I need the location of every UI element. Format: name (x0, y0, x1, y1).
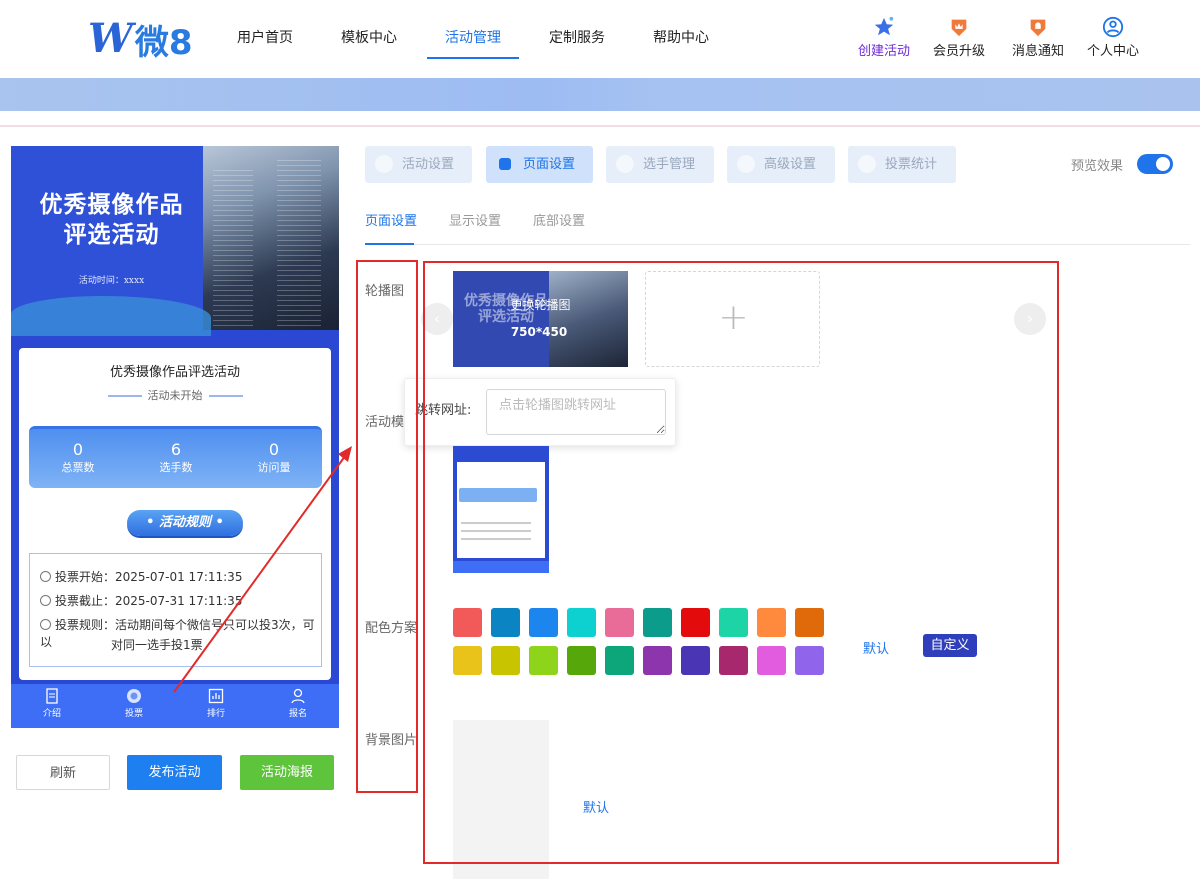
preview-toggle[interactable] (1137, 154, 1173, 174)
toggle-knob (1156, 157, 1170, 171)
tab-activity-settings[interactable]: 活动设置 (365, 146, 472, 183)
annotation-arrow (173, 446, 352, 693)
subtab-display-settings[interactable]: 显示设置 (449, 210, 501, 229)
subtab-active-indicator (365, 243, 414, 245)
member-upgrade-label: 会员升级 (932, 44, 985, 59)
top-nav: W 微8 用户首页 模板中心 活动管理 定制服务 帮助中心 创建活动 会员升级 … (0, 0, 1200, 78)
stats-icon (858, 155, 876, 173)
hero-building-image (203, 146, 339, 330)
nav-active-indicator (427, 57, 519, 59)
document-icon (46, 688, 58, 704)
refresh-button[interactable]: 刷新 (16, 755, 110, 790)
subtab-footer-settings[interactable]: 底部设置 (533, 210, 585, 229)
user-circle-icon (1102, 16, 1124, 38)
header-banner (0, 78, 1200, 111)
info-icon (40, 619, 51, 630)
clock-icon (40, 595, 51, 606)
hero-wave-decoration (11, 296, 211, 336)
logo-mark: W (88, 15, 133, 62)
preview-card-title: 优秀摄像作品评选活动 (109, 365, 240, 380)
sliders-icon (737, 155, 755, 173)
user-icon (616, 155, 634, 173)
notifications-label: 消息通知 (1011, 44, 1064, 59)
star-icon (874, 16, 894, 36)
hero-date: 活动时间：xxxx (78, 276, 145, 286)
nav-help[interactable]: 帮助中心 (653, 27, 709, 47)
annotation-label-box (356, 260, 418, 793)
create-activity-label: 创建活动 (857, 44, 910, 59)
personal-center-label: 个人中心 (1086, 44, 1139, 59)
notifications-button[interactable]: 消息通知 (1008, 16, 1068, 59)
preview-status: 活动未开始 (19, 387, 331, 403)
activity-poster-button[interactable]: 活动海报 (240, 755, 334, 790)
logo-text: 微8 (134, 22, 193, 63)
preview-tab-vote[interactable]: 投票 (109, 688, 159, 719)
layout-icon (499, 158, 511, 170)
heart-icon (375, 155, 393, 173)
nav-templates[interactable]: 模板中心 (341, 27, 397, 47)
tab-player-management[interactable]: 选手管理 (606, 146, 714, 183)
banner-divider (0, 125, 1200, 127)
create-activity-button[interactable]: 创建活动 (854, 16, 914, 59)
brand-logo[interactable]: W 微8 (88, 15, 193, 63)
clock-icon (40, 571, 51, 582)
annotation-content-box (423, 261, 1059, 864)
preview-hero: 优秀摄像作品评选活动 活动时间：xxxx (11, 146, 339, 336)
tab-advanced-settings[interactable]: 高级设置 (727, 146, 835, 183)
bell-badge-icon (1030, 19, 1046, 37)
tab-vote-statistics[interactable]: 投票统计 (848, 146, 956, 183)
preview-tab-intro[interactable]: 介绍 (27, 688, 77, 719)
preview-toggle-label: 预览效果 (1071, 159, 1124, 174)
stat-total-votes: 0 总票数 (61, 440, 95, 475)
nav-activity-management[interactable]: 活动管理 (445, 27, 501, 47)
publish-activity-button[interactable]: 发布活动 (127, 755, 222, 790)
personal-center-button[interactable]: 个人中心 (1083, 16, 1143, 59)
vote-icon (127, 689, 141, 703)
crown-badge-icon (951, 19, 967, 37)
subtab-page-settings[interactable]: 页面设置 (365, 210, 417, 229)
nav-home[interactable]: 用户首页 (237, 27, 293, 47)
nav-custom-service[interactable]: 定制服务 (549, 27, 605, 47)
hero-title: 优秀摄像作品评选活动 (39, 191, 184, 248)
tab-page-settings[interactable]: 页面设置 (486, 146, 593, 183)
subtab-divider (365, 244, 1190, 245)
member-upgrade-button[interactable]: 会员升级 (929, 16, 989, 59)
